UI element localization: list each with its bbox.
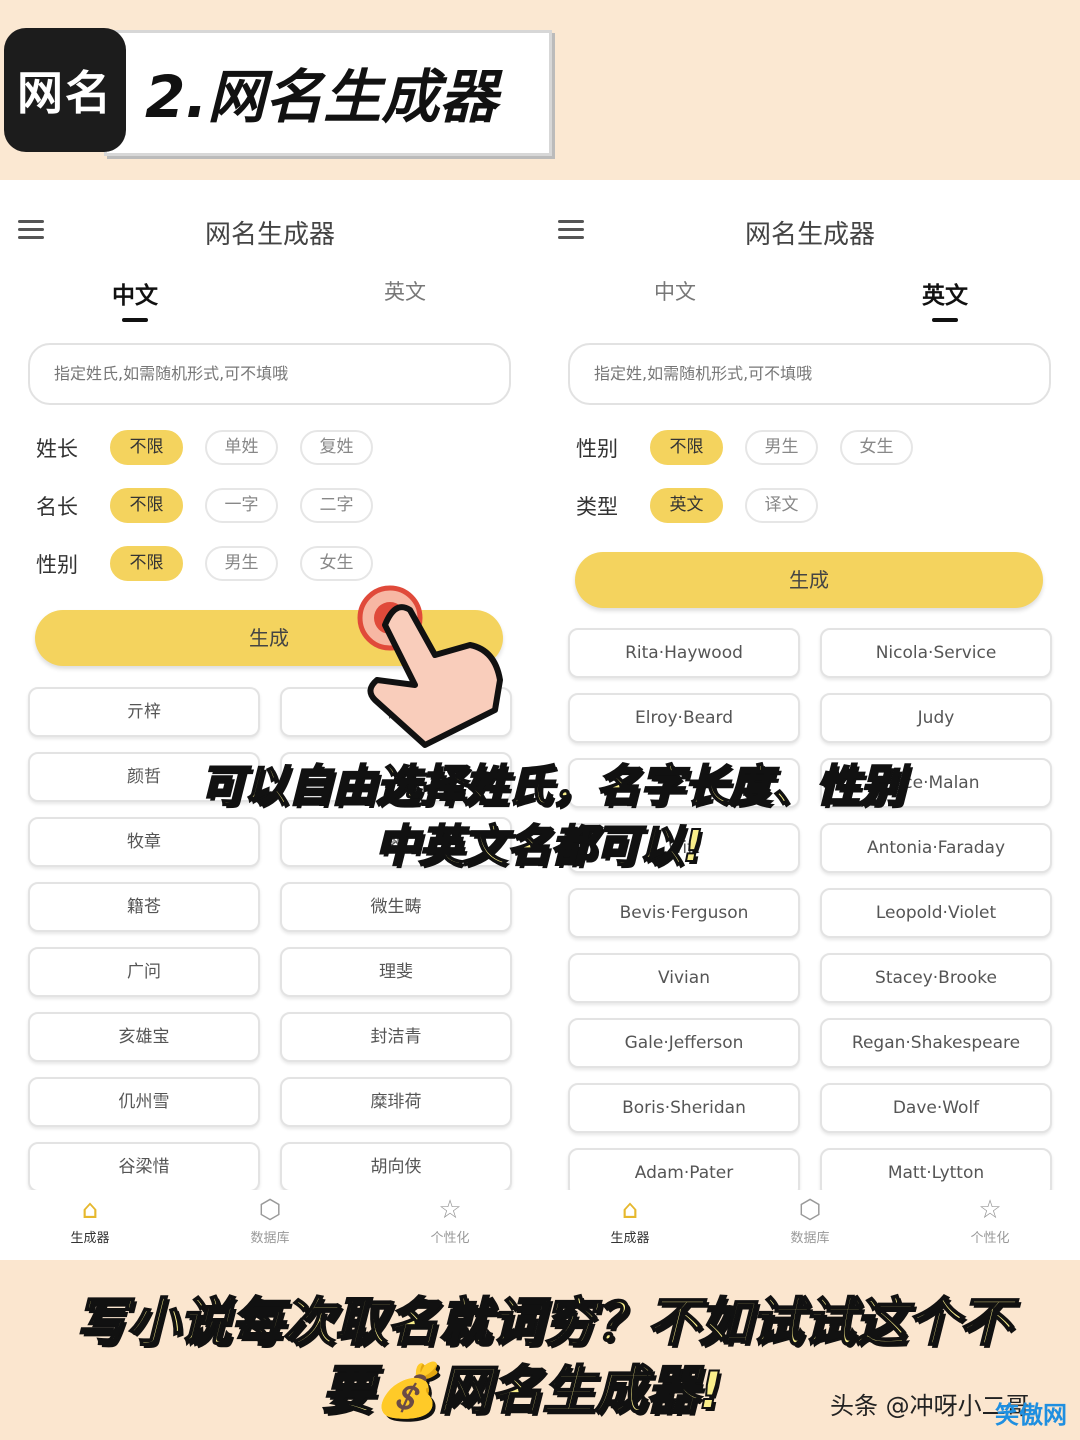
option-chip[interactable]: 复姓	[300, 430, 373, 465]
option-label: 性别	[36, 553, 78, 577]
name-result-item[interactable]: Rita·Haywood	[568, 628, 800, 678]
option-chip[interactable]: 不限	[110, 430, 183, 465]
name-result-item[interactable]: 谷梁惜	[28, 1142, 260, 1192]
home-icon: ⌂	[81, 1195, 99, 1225]
star-face-icon: ☆	[438, 1195, 462, 1225]
star-face-icon: ☆	[978, 1195, 1002, 1225]
name-result-item[interactable]: Nicola·Service	[820, 628, 1052, 678]
nav-label: 数据库	[250, 1231, 290, 1246]
option-chip[interactable]: 一字	[205, 488, 278, 523]
option-chip[interactable]: 不限	[110, 488, 183, 523]
bottom-caption-2: 要💰网名生成器!	[321, 1360, 723, 1422]
name-result-item[interactable]: 封洁青	[280, 1012, 512, 1062]
name-result-item[interactable]: 广问	[28, 947, 260, 997]
surname-input[interactable]: 指定姓,如需随机形式,可不填哦	[568, 343, 1051, 405]
nav-label: 个性化	[970, 1231, 1010, 1246]
nav-label: 个性化	[430, 1231, 470, 1246]
tab-chinese[interactable]: 中文	[75, 276, 195, 322]
name-result-item[interactable]: Bevis·Ferguson	[568, 888, 800, 938]
option-chip[interactable]: 不限	[650, 430, 723, 465]
option-chip[interactable]: 英文	[650, 488, 723, 523]
name-result-item[interactable]: Gale·Jefferson	[568, 1018, 800, 1068]
home-icon: ⌂	[621, 1195, 639, 1225]
name-result-item[interactable]: 糜琲荷	[280, 1077, 512, 1127]
banner-title: 2.网名生成器	[145, 63, 498, 131]
option-label: 类型	[576, 495, 618, 519]
cube-icon: ⬡	[258, 1195, 282, 1225]
screen-title: 网名生成器	[204, 220, 335, 250]
nav-star-face[interactable]: ☆ 个性化	[940, 1195, 1040, 1246]
name-result-item[interactable]: Antonia·Faraday	[820, 823, 1052, 873]
nav-home[interactable]: ⌂ 生成器	[40, 1195, 140, 1246]
name-result-item[interactable]: 牧章	[28, 817, 260, 867]
tab-english[interactable]: 英文	[885, 276, 1005, 322]
nav-label: 生成器	[70, 1231, 110, 1246]
name-result-item[interactable]: Stacey·Brooke	[820, 953, 1052, 1003]
name-result-item[interactable]: 胡向侠	[280, 1142, 512, 1192]
option-label: 性别	[576, 437, 618, 461]
option-chip[interactable]: 男生	[205, 546, 278, 581]
name-result-item[interactable]: Boris·Sheridan	[568, 1083, 800, 1133]
right-phone-screen: 网名生成器 中文 英文 指定姓,如需随机形式,可不填哦 性别 不限 男生 女生 类型 英文 译文 生成…	[540, 180, 1080, 1260]
surname-input[interactable]: 指定姓氏,如需随机形式,可不填哦	[28, 343, 511, 405]
badge: 网名	[4, 28, 126, 152]
bottom-banner: 写小说每次取名就词穷？不如试试这个不 要💰网名生成器! 头条 @冲呀小二哥 笑傲…	[0, 1260, 1080, 1440]
nav-cube[interactable]: ⬡ 数据库	[760, 1195, 860, 1246]
name-result-item[interactable]: Dave·Wolf	[820, 1083, 1052, 1133]
option-chip[interactable]: 译文	[745, 488, 818, 523]
overlay-caption-1: 可以自由选择姓氏，名字长度、性别	[199, 760, 905, 813]
nav-cube[interactable]: ⬡ 数据库	[220, 1195, 320, 1246]
site-logo: 笑傲网	[995, 1401, 1067, 1429]
option-label: 名长	[36, 495, 78, 519]
name-result-item[interactable]: 籍苍	[28, 882, 260, 932]
cube-icon: ⬡	[798, 1195, 822, 1225]
option-chip[interactable]: 女生	[300, 546, 373, 581]
tab-english[interactable]: 英文	[345, 276, 465, 306]
nav-home[interactable]: ⌂ 生成器	[580, 1195, 680, 1246]
name-result-item[interactable]: Regan·Shakespeare	[820, 1018, 1052, 1068]
name-result-item[interactable]: 微生畴	[280, 882, 512, 932]
screen-title: 网名生成器	[744, 220, 875, 250]
name-result-item[interactable]: 理斐	[280, 947, 512, 997]
option-label: 姓长	[36, 437, 78, 461]
option-chip[interactable]: 二字	[300, 488, 373, 523]
name-result-item[interactable]: 亓梓	[28, 687, 260, 737]
name-result-item[interactable]: 仉州雪	[28, 1077, 260, 1127]
nav-star-face[interactable]: ☆ 个性化	[400, 1195, 500, 1246]
name-result-item[interactable]: Judy	[820, 693, 1052, 743]
nav-label: 数据库	[790, 1231, 830, 1246]
overlay-caption-2: 中英文名都可以!	[374, 820, 704, 873]
name-result-item[interactable]: Vivian	[568, 953, 800, 1003]
tab-chinese[interactable]: 中文	[615, 276, 735, 306]
option-chip[interactable]: 男生	[745, 430, 818, 465]
generate-button[interactable]: 生成	[575, 552, 1043, 608]
option-chip[interactable]: 单姓	[205, 430, 278, 465]
option-chip[interactable]: 女生	[840, 430, 913, 465]
option-chip[interactable]: 不限	[110, 546, 183, 581]
header-banner: 网名 2.网名生成器	[0, 0, 1080, 180]
nav-label: 生成器	[610, 1231, 650, 1246]
name-result-item[interactable]: Elroy·Beard	[568, 693, 800, 743]
tap-hand-icon	[357, 585, 503, 748]
name-result-item[interactable]: Leopold·Violet	[820, 888, 1052, 938]
bottom-caption-1: 写小说每次取名就词穷？不如试试这个不	[74, 1292, 1012, 1354]
name-result-item[interactable]: 亥雄宝	[28, 1012, 260, 1062]
